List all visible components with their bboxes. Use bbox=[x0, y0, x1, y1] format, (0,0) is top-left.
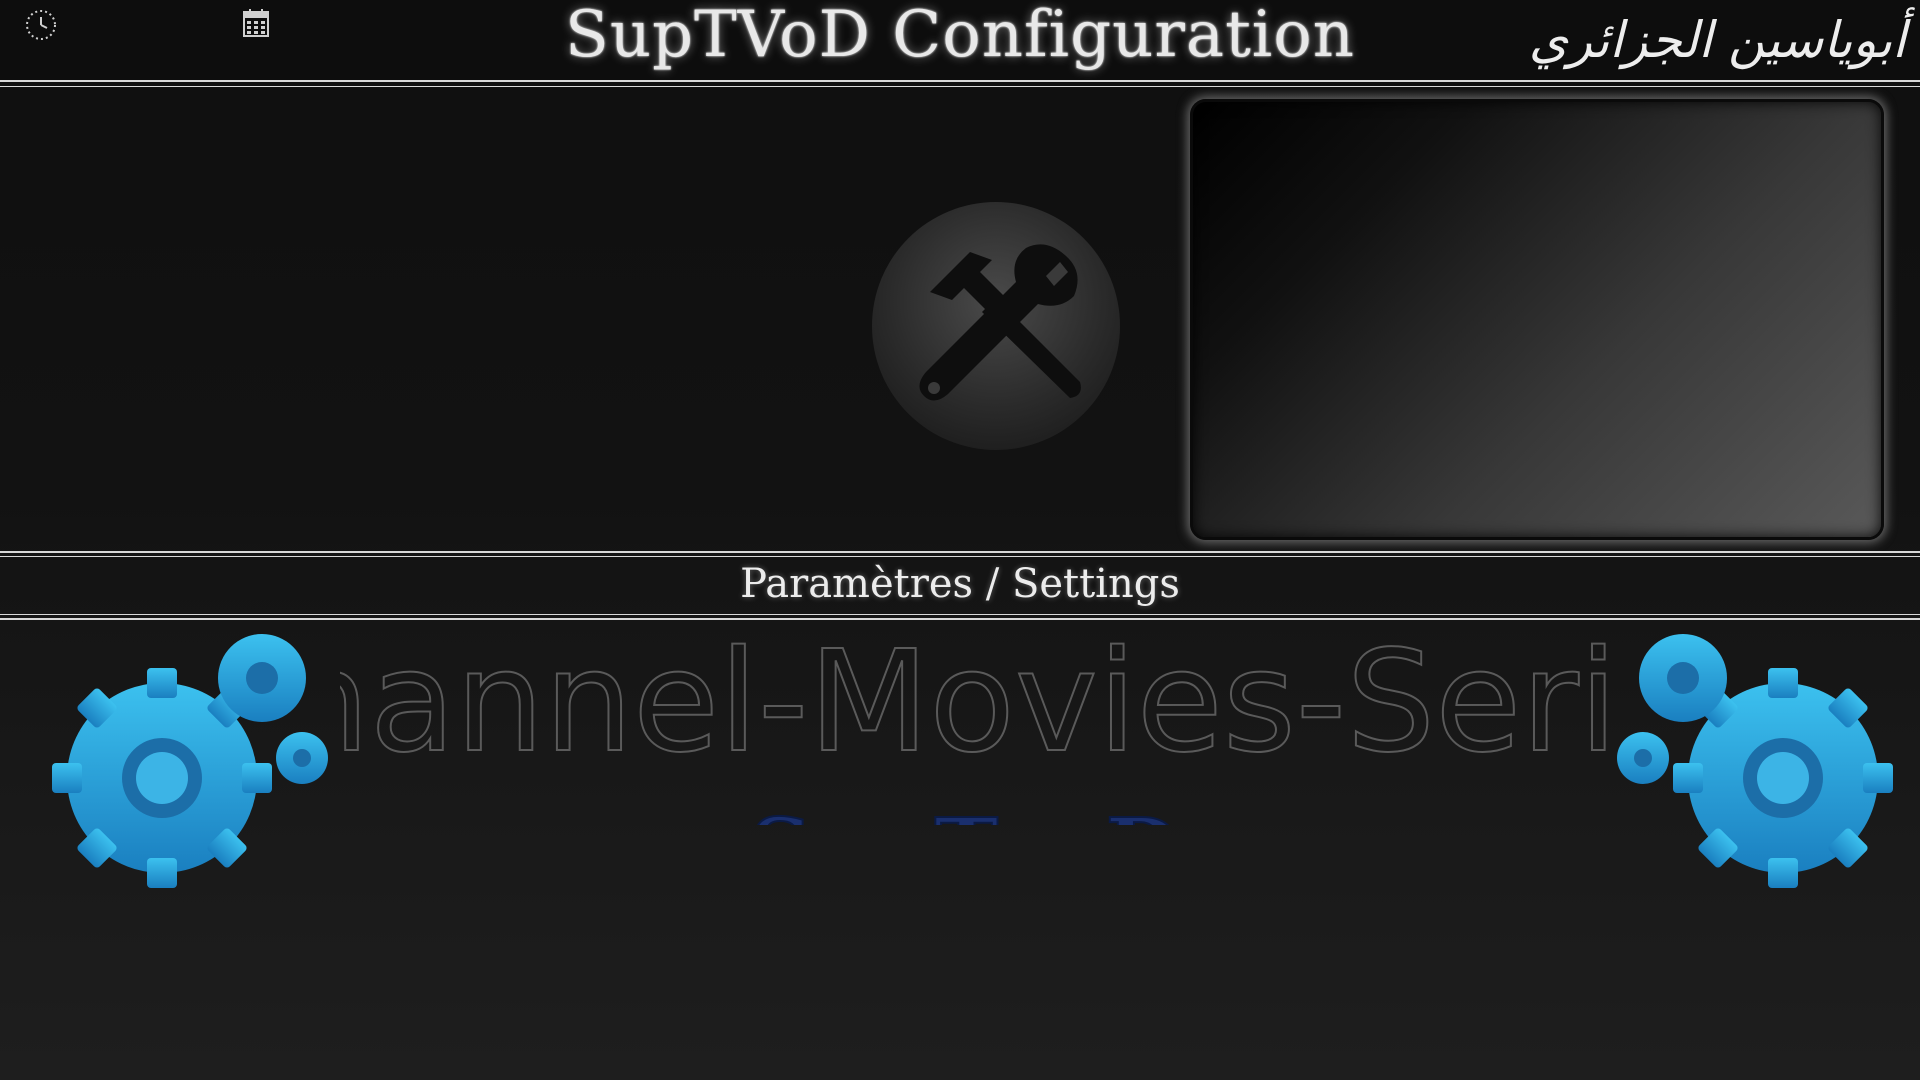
watermark-logo: Channel-Movies-Series SupTvoD bbox=[340, 620, 1620, 825]
suptvod-configuration-screen: { "header": { "title": "SupTVoD Configur… bbox=[0, 0, 1920, 1080]
tools-icon[interactable] bbox=[870, 200, 1122, 452]
gears-icon bbox=[1617, 634, 1893, 888]
suptvod-logo-text: SupTvoD bbox=[750, 800, 1181, 825]
preview-panel bbox=[1190, 99, 1884, 540]
label-divider-top bbox=[0, 551, 1920, 553]
section-label: Paramètres / Settings bbox=[740, 561, 1180, 607]
header-divider bbox=[0, 80, 1920, 82]
author-name: أبوياسين الجزائري bbox=[1528, 11, 1906, 69]
watermark-text: Channel-Movies-Series bbox=[340, 621, 1620, 784]
label-divider-top-secondary bbox=[0, 556, 1920, 557]
gears-icon bbox=[52, 634, 328, 888]
header-divider-secondary bbox=[0, 86, 1920, 87]
